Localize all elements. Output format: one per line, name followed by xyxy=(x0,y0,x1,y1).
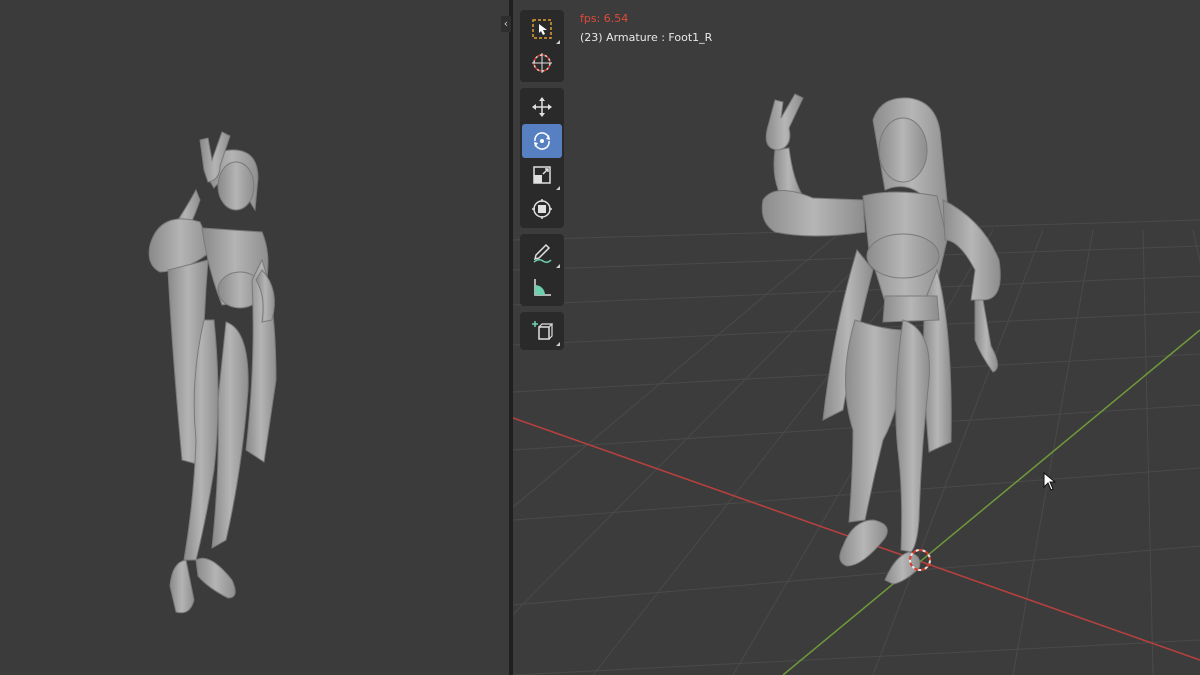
scale-tool[interactable] xyxy=(522,158,562,192)
transform-icon xyxy=(532,199,552,219)
cursor-tool[interactable] xyxy=(522,46,562,80)
character-model-right[interactable] xyxy=(513,0,1200,675)
collapse-arrow-icon[interactable]: ‹ xyxy=(501,16,511,32)
select-box-tool[interactable] xyxy=(522,12,562,46)
move-tool[interactable] xyxy=(522,90,562,124)
active-object-info: (23) Armature : Foot1_R xyxy=(580,31,713,44)
rotate-tool[interactable] xyxy=(522,124,562,158)
scale-icon xyxy=(533,166,551,184)
move-icon xyxy=(532,97,552,117)
annotate-icon xyxy=(533,243,552,264)
tool-group-add xyxy=(520,312,564,350)
tool-shelf xyxy=(520,10,564,356)
3d-cursor-icon xyxy=(532,53,552,73)
tool-group-annotate xyxy=(520,234,564,306)
annotate-tool[interactable] xyxy=(522,236,562,270)
tool-group-select xyxy=(520,10,564,82)
mouse-pointer-icon xyxy=(1043,472,1057,491)
measure-tool[interactable] xyxy=(522,270,562,304)
tool-group-transform xyxy=(520,88,564,228)
select-box-icon xyxy=(532,19,552,39)
measure-icon xyxy=(534,279,551,296)
transform-tool[interactable] xyxy=(522,192,562,226)
character-model-left[interactable] xyxy=(0,0,509,675)
fps-readout: fps: 6.54 xyxy=(580,12,629,25)
add-cube-tool[interactable] xyxy=(522,314,562,348)
right-3d-viewport[interactable]: fps: 6.54 (23) Armature : Foot1_R xyxy=(513,0,1200,675)
add-cube-icon xyxy=(532,321,553,340)
left-3d-viewport[interactable] xyxy=(0,0,509,675)
rotate-icon xyxy=(534,132,550,150)
